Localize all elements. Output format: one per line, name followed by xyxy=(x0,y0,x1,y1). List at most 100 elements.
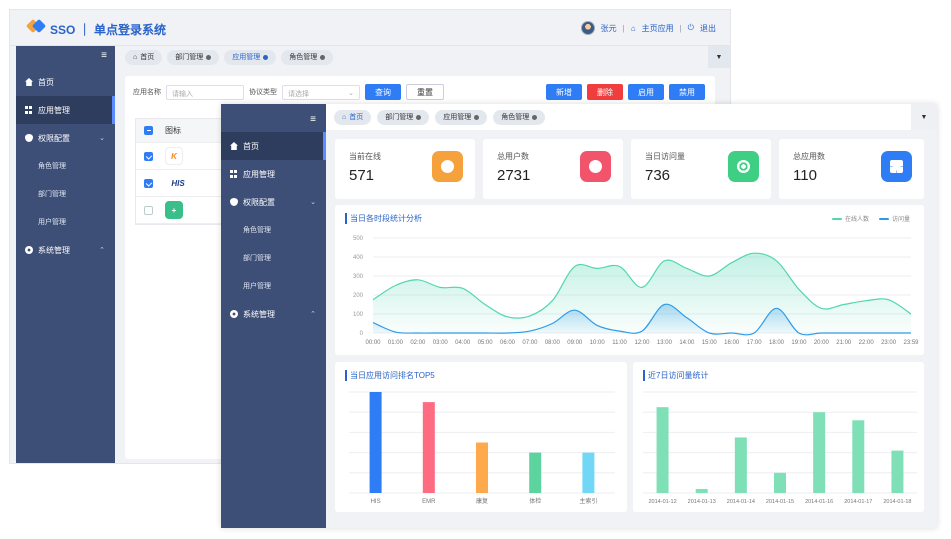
close-icon[interactable] xyxy=(206,54,212,60)
chevron-up-icon: ⌃ xyxy=(310,311,316,318)
sidebar-item-system[interactable]: 系统管理 ⌃ xyxy=(221,300,326,328)
table-row[interactable]: K xyxy=(136,143,234,170)
sidebar-subitem-roles[interactable]: 角色管理 xyxy=(16,152,115,180)
x-tick-label: 18:00 xyxy=(769,340,785,346)
stat-card-visits: 当日访问量 736 xyxy=(631,139,771,199)
tag-departments[interactable]: 部门管理 xyxy=(167,49,220,65)
tags-dropdown-icon[interactable]: ▼ xyxy=(708,46,730,68)
protocol-placeholder: 请选择 xyxy=(288,90,309,98)
sidebar-item-system[interactable]: 系统管理 ⌃ xyxy=(16,236,115,264)
close-icon[interactable] xyxy=(320,54,326,60)
tag-home[interactable]: ⌂ 首页 xyxy=(125,49,163,65)
close-icon[interactable] xyxy=(532,114,538,120)
sidebar-subitem-roles[interactable]: 角色管理 xyxy=(221,216,326,244)
column-header-icon: 图标 xyxy=(165,126,181,135)
grid-icon xyxy=(25,106,33,114)
avatar[interactable] xyxy=(580,21,595,35)
delete-button[interactable]: 删除 xyxy=(587,84,623,100)
stat-card-users: 总用户数 2731 xyxy=(483,139,623,199)
y-tick-label: 0 xyxy=(360,331,364,337)
row-checkbox[interactable] xyxy=(144,151,153,161)
x-tick-label: EMR xyxy=(422,499,436,505)
shield-icon xyxy=(230,198,238,206)
top5-bar-chart: HIS EMR 康复 体检 主索引 xyxy=(349,391,615,505)
gear-icon xyxy=(25,246,33,254)
home-app-link[interactable]: 主页应用 xyxy=(642,23,674,34)
sidebar-item-label: 首页 xyxy=(243,141,259,151)
close-icon[interactable] xyxy=(263,54,269,60)
disable-button[interactable]: 禁用 xyxy=(669,84,705,100)
tag-roles[interactable]: 角色管理 xyxy=(281,49,334,65)
sidebar-item-app-management[interactable]: 应用管理 xyxy=(221,160,326,188)
front-window: ≡ 首页 应用管理 权限配置 ⌄ 角色管理 部门管理 用户管理 系统管理 ⌃ ⌂ 首页… xyxy=(221,104,937,528)
logo-icon xyxy=(25,18,47,34)
sidebar-item-permissions[interactable]: 权限配置 ⌄ xyxy=(221,188,326,216)
sidebar-item-permissions[interactable]: 权限配置 ⌄ xyxy=(16,124,115,152)
table-row[interactable]: + xyxy=(136,197,234,224)
x-tick-label: 13:00 xyxy=(657,340,673,346)
tags-dropdown-icon[interactable]: ▼ xyxy=(911,104,937,130)
app-name-input[interactable]: 请输入 xyxy=(166,84,244,100)
tags-bar: ⌂ 首页 部门管理 应用管理 角色管理 ▼ xyxy=(115,46,730,68)
chevron-down-icon: ⌄ xyxy=(99,135,105,142)
home-icon xyxy=(25,78,33,86)
bar-4 xyxy=(582,452,595,493)
x-tick-label: 16:00 xyxy=(724,340,740,346)
close-icon[interactable] xyxy=(474,114,480,120)
tag-label: 应用管理 xyxy=(443,114,472,121)
shield-icon xyxy=(25,134,33,142)
y-tick-label: 100 xyxy=(353,312,364,318)
sidebar-item-app-management[interactable]: 应用管理 xyxy=(16,96,115,124)
row-checkbox[interactable] xyxy=(144,205,153,215)
app-table: 图标 K HIS + xyxy=(135,118,235,225)
add-button[interactable]: 新增 xyxy=(546,84,582,100)
x-tick-label: 07:00 xyxy=(522,340,538,346)
close-icon[interactable] xyxy=(416,114,422,120)
home-icon: ⌂ xyxy=(133,53,138,61)
query-button[interactable]: 查询 xyxy=(365,84,401,100)
user-id-icon xyxy=(580,151,611,182)
sidebar-item-home[interactable]: 首页 xyxy=(221,132,326,160)
sidebar-item-home[interactable]: 首页 xyxy=(16,68,115,96)
x-tick-label: 12:00 xyxy=(634,340,650,346)
bar-3 xyxy=(529,452,542,493)
enable-button[interactable]: 启用 xyxy=(628,84,664,100)
x-tick-label: 康复 xyxy=(476,497,488,505)
sidebar-subitem-users[interactable]: 用户管理 xyxy=(16,208,115,236)
hourly-chart-card: 当日各时段统计分析 在线人数 访问量 0 100 200 300 400 500 00:00… xyxy=(335,205,924,355)
row-checkbox[interactable] xyxy=(144,178,153,188)
menu-toggle-icon[interactable]: ≡ xyxy=(221,110,326,132)
tag-roles[interactable]: 角色管理 xyxy=(493,109,546,125)
stat-value: 736 xyxy=(645,167,671,184)
table-row[interactable]: HIS xyxy=(136,170,234,197)
sidebar-item-label: 权限配置 xyxy=(38,133,70,143)
stat-label: 总用户数 xyxy=(497,152,529,161)
sidebar-subitem-users[interactable]: 用户管理 xyxy=(221,272,326,300)
sidebar-subitem-departments[interactable]: 部门管理 xyxy=(221,244,326,272)
menu-toggle-icon[interactable]: ≡ xyxy=(16,46,115,68)
x-tick-label: 00:00 xyxy=(365,340,381,346)
y-tick-label: 400 xyxy=(353,255,364,261)
hourly-area-chart: 0 100 200 300 400 500 00:00 01:00 02:00 03:00 04:0… xyxy=(353,236,919,346)
select-all-checkbox[interactable] xyxy=(144,126,153,135)
bar-1 xyxy=(695,488,708,493)
bar-4 xyxy=(813,412,826,493)
reset-button[interactable]: 重置 xyxy=(406,84,444,100)
protocol-select[interactable]: 请选择 ⌄ xyxy=(282,84,360,100)
x-tick-label: 2014-01-16 xyxy=(805,499,833,505)
sidebar-subitem-departments[interactable]: 部门管理 xyxy=(16,180,115,208)
chevron-down-icon: ⌄ xyxy=(310,199,316,206)
series-area-online xyxy=(373,253,911,333)
filter-bar: 应用名称 请输入 协议类型 请选择 ⌄ 查询 重置 xyxy=(133,84,444,100)
x-tick-label: 2014-01-12 xyxy=(649,499,677,505)
power-icon: ⏻ xyxy=(687,23,694,32)
app-name-label: 应用名称 xyxy=(133,89,161,96)
user-name[interactable]: 张元 xyxy=(601,23,617,34)
tag-departments[interactable]: 部门管理 xyxy=(377,109,430,125)
tag-label: 首页 xyxy=(140,54,155,61)
logout-link[interactable]: 退出 xyxy=(700,23,716,34)
tag-apps[interactable]: 应用管理 xyxy=(224,49,277,65)
x-tick-label: 11:00 xyxy=(612,340,627,346)
tag-apps[interactable]: 应用管理 xyxy=(435,109,488,125)
tag-home[interactable]: ⌂ 首页 xyxy=(334,109,372,125)
